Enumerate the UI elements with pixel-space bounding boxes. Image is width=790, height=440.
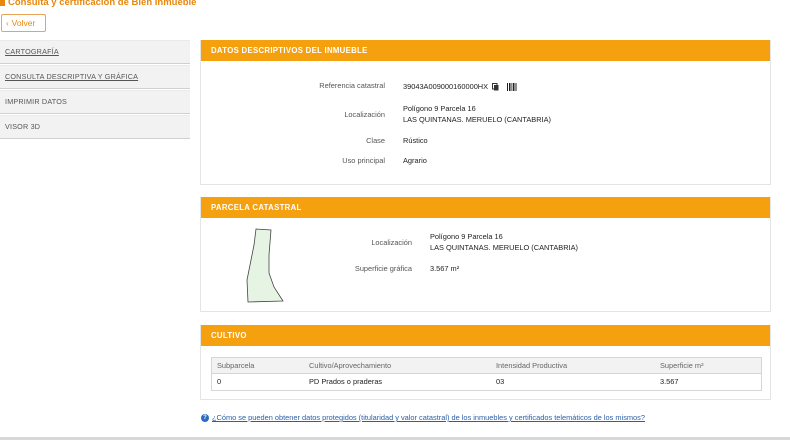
title-marker-icon bbox=[0, 0, 5, 6]
sidebar: CARTOGRAFÍA CONSULTA DESCRIPTIVA Y GRÁFI… bbox=[0, 40, 190, 140]
back-button[interactable]: ‹ Volver bbox=[1, 14, 46, 32]
header-cell: Intensidad Productiva bbox=[496, 361, 568, 370]
sidebar-item-visor3d[interactable]: VISOR 3D bbox=[0, 115, 190, 139]
ref-value-row: 39043A009000160000HX bbox=[403, 81, 517, 92]
uso-value: Agrario bbox=[403, 156, 427, 165]
parcel-loc-line2: LAS QUINTANAS. MERUELO (CANTABRIA) bbox=[430, 243, 578, 252]
parcel-panel-title: PARCELA CATASTRAL bbox=[201, 197, 770, 218]
sidebar-item-cartografia[interactable]: CARTOGRAFÍA bbox=[0, 40, 190, 64]
ref-value: 39043A009000160000HX bbox=[403, 82, 489, 91]
sidebar-item-consulta[interactable]: CONSULTA DESCRIPTIVA Y GRÁFICA bbox=[0, 65, 190, 89]
sup-label: Superficie gráfica bbox=[354, 264, 412, 273]
back-button-label: Volver bbox=[11, 18, 36, 28]
uso-label: Uso principal bbox=[342, 156, 385, 165]
table-cell: PD Prados o praderas bbox=[309, 377, 383, 386]
parcel-loc-value: Polígono 9 Parcela 16 LAS QUINTANAS. MER… bbox=[430, 231, 578, 253]
loc-label: Localización bbox=[344, 110, 385, 119]
loc-line2: LAS QUINTANAS. MERUELO (CANTABRIA) bbox=[403, 115, 551, 124]
header-cell: Superficie m² bbox=[660, 361, 704, 370]
sup-value: 3.567 m² bbox=[430, 264, 460, 273]
loc-value: Polígono 9 Parcela 16 LAS QUINTANAS. MER… bbox=[403, 103, 551, 125]
parcel-loc-line1: Polígono 9 Parcela 16 bbox=[430, 232, 503, 241]
parcel-shape[interactable] bbox=[241, 225, 291, 305]
sidebar-item-label: CONSULTA DESCRIPTIVA Y GRÁFICA bbox=[5, 72, 139, 81]
table-row: 0 PD Prados o praderas 03 3.567 bbox=[212, 374, 761, 390]
table-cell: 0 bbox=[217, 377, 222, 386]
parcel-loc-label: Localización bbox=[371, 238, 412, 247]
table-header: Subparcela Cultivo/Aprovechamiento Inten… bbox=[212, 358, 761, 374]
sidebar-item-imprimir[interactable]: IMPRIMIR DATOS bbox=[0, 90, 190, 114]
chevron-left-icon: ‹ bbox=[6, 19, 9, 28]
sidebar-item-label: CARTOGRAFÍA bbox=[5, 47, 59, 56]
loc-line1: Polígono 9 Parcela 16 bbox=[403, 104, 476, 113]
help-icon: ? bbox=[201, 414, 209, 423]
ref-label: Referencia catastral bbox=[319, 81, 385, 90]
clase-value: Rústico bbox=[403, 136, 428, 145]
table-cell: 03 bbox=[496, 377, 505, 386]
crop-panel-title: CULTIVO bbox=[201, 325, 770, 346]
crop-table: Subparcela Cultivo/Aprovechamiento Inten… bbox=[211, 357, 762, 391]
header-cell: Subparcela bbox=[217, 361, 255, 370]
parcel-panel: PARCELA CATASTRAL Localización Polígono … bbox=[200, 197, 771, 312]
sidebar-item-label: VISOR 3D bbox=[5, 122, 41, 131]
table-cell: 3.567 bbox=[660, 377, 679, 386]
descriptive-panel: DATOS DESCRIPTIVOS DEL INMUEBLE Referenc… bbox=[200, 40, 771, 185]
protected-data-link-text: ¿Cómo se pueden obtener datos protegidos… bbox=[212, 413, 645, 422]
barcode-icon[interactable] bbox=[507, 83, 517, 92]
header-cell: Cultivo/Aprovechamiento bbox=[309, 361, 392, 370]
page-title: Consulta y certificación de Bien Inmuebl… bbox=[0, 0, 196, 9]
clase-label: Clase bbox=[366, 136, 385, 145]
page-title-text: Consulta y certificación de Bien Inmuebl… bbox=[8, 0, 197, 8]
descriptive-panel-title: DATOS DESCRIPTIVOS DEL INMUEBLE bbox=[201, 40, 770, 61]
sidebar-item-label: IMPRIMIR DATOS bbox=[5, 97, 68, 106]
protected-data-link[interactable]: ? ¿Cómo se pueden obtener datos protegido… bbox=[201, 413, 645, 423]
crop-panel: CULTIVO Subparcela Cultivo/Aprovechamien… bbox=[200, 325, 771, 400]
copy-icon[interactable] bbox=[492, 83, 499, 91]
